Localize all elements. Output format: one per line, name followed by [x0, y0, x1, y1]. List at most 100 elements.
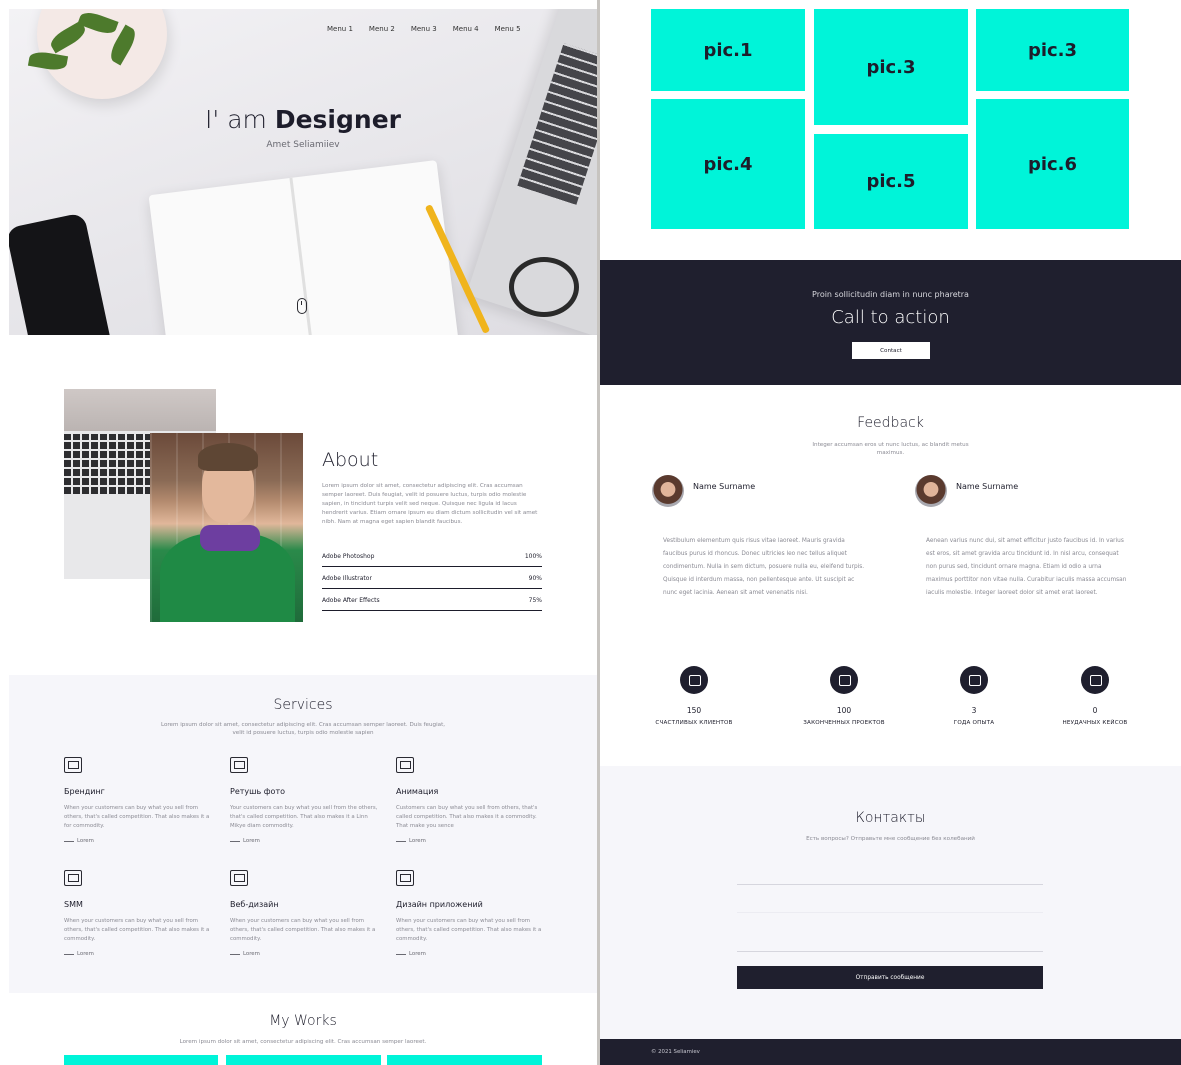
- stat-item: 150 СЧАСТЛИВЫХ КЛИЕНТОВ: [634, 666, 754, 726]
- network-icon: [64, 870, 82, 886]
- nav-item-menu-1[interactable]: Menu 1: [327, 25, 353, 33]
- avatar: [915, 475, 947, 507]
- work-tile[interactable]: [387, 1055, 542, 1065]
- service-link[interactable]: Lorem: [230, 838, 380, 844]
- email-field[interactable]: [737, 912, 1043, 913]
- service-text: When your customers can buy what you sel…: [396, 918, 542, 942]
- about-text: Lorem ipsum dolor sit amet, consectetur …: [322, 483, 538, 525]
- service-text: Your customers can buy what you sell fro…: [230, 805, 378, 829]
- collar-decoration: [200, 525, 260, 551]
- glasses-decoration: [509, 257, 579, 317]
- mouse-scroll-icon[interactable]: [297, 298, 307, 314]
- cta-subtitle: Proin sollicitudin diam in nunc pharetra: [812, 290, 969, 299]
- hero-subtitle: Amet Seliamiiev: [266, 140, 340, 150]
- review-text: Vestibulum elementum quis risus vitae la…: [663, 538, 865, 596]
- page-right-column: pic.1 pic.3 pic.3 pic.4 pic.5 pic.6 Proi…: [600, 0, 1181, 1065]
- review-text: Aenean varius nunc dui, sit amet efficit…: [926, 538, 1127, 596]
- feedback-subtitle: Integer accumsan eros ut nunc luctus, ac…: [812, 442, 969, 456]
- service-text: When your customers can buy what you sel…: [230, 918, 376, 942]
- stat-value: 100: [836, 706, 852, 715]
- send-message-button[interactable]: Отправить сообщение: [737, 966, 1043, 989]
- work-tile[interactable]: [64, 1055, 218, 1065]
- works-subtitle: Lorem ipsum dolor sit amet, consectetur …: [179, 1039, 427, 1045]
- skill-name: Adobe Photoshop: [322, 553, 375, 560]
- nav-item-menu-2[interactable]: Menu 2: [369, 25, 395, 33]
- service-link[interactable]: Lorem: [64, 951, 214, 957]
- message-field[interactable]: [737, 951, 1043, 952]
- services-section: Services Lorem ipsum dolor sit amet, con…: [9, 675, 597, 993]
- cta-title: Call to action: [831, 307, 950, 328]
- finished-projects-icon: [830, 666, 858, 694]
- name-field[interactable]: [737, 884, 1043, 885]
- work-tile[interactable]: pic.3: [814, 9, 968, 125]
- cta-section: Proin sollicitudin diam in nunc pharetra…: [600, 260, 1181, 385]
- service-card-branding: Брендинг When your customers can buy wha…: [64, 757, 214, 844]
- main-nav: Menu 1 Menu 2 Menu 3 Menu 4 Menu 5: [327, 25, 521, 33]
- monitor-chart-icon: [396, 757, 414, 773]
- stat-label: НЕУДАЧНЫХ КЕЙСОВ: [1062, 720, 1128, 726]
- service-card-smm: SMM When your customers can buy what you…: [64, 870, 214, 957]
- stat-value: 150: [686, 706, 702, 715]
- about-portrait-photo: [150, 433, 303, 622]
- nav-item-menu-3[interactable]: Menu 3: [411, 25, 437, 33]
- skill-row: Adobe Illustrator 90%: [322, 569, 542, 589]
- presentation-icon: [64, 757, 82, 773]
- service-link[interactable]: Lorem: [64, 838, 214, 844]
- stat-item: 100 ЗАКОНЧЕННЫХ ПРОЕКТОВ: [784, 666, 904, 726]
- nav-item-menu-4[interactable]: Menu 4: [453, 25, 479, 33]
- service-link[interactable]: Lorem: [396, 951, 546, 957]
- avatar: [652, 475, 684, 507]
- stat-value: 3: [971, 706, 977, 715]
- service-title: Веб-дизайн: [230, 900, 279, 909]
- service-card-app-design: Дизайн приложений When your customers ca…: [396, 870, 546, 957]
- keyboard-decoration: [64, 434, 159, 494]
- service-title: Дизайн приложений: [396, 900, 483, 909]
- contact-button[interactable]: Contact: [852, 342, 930, 359]
- review-name: Name Surname: [693, 482, 756, 491]
- work-tile[interactable]: pic.3: [976, 9, 1129, 91]
- work-tile[interactable]: pic.1: [651, 9, 805, 91]
- skill-name: Adobe After Effects: [322, 597, 380, 604]
- skill-value: 90%: [528, 575, 542, 582]
- about-title: About: [322, 449, 379, 471]
- service-card-web-design: Веб-дизайн When your customers can buy w…: [230, 870, 380, 957]
- work-tile[interactable]: pic.5: [814, 134, 968, 229]
- phone-decoration: [9, 212, 113, 335]
- stat-label: ГОДА ОПЫТА: [953, 720, 995, 726]
- app-design-icon: [396, 870, 414, 886]
- service-text: When your customers can buy what you sel…: [64, 918, 210, 942]
- page-left-column: Menu 1 Menu 2 Menu 3 Menu 4 Menu 5 I' am…: [9, 9, 597, 1065]
- web-layout-icon: [230, 870, 248, 886]
- service-text: Customers can buy what you sell from oth…: [396, 805, 538, 829]
- services-title: Services: [273, 697, 333, 713]
- failed-cases-icon: [1081, 666, 1109, 694]
- hero-section: Menu 1 Menu 2 Menu 3 Menu 4 Menu 5 I' am…: [9, 9, 597, 335]
- avatar-image: [652, 475, 684, 507]
- works-title: My Works: [269, 1013, 337, 1029]
- work-tile[interactable]: pic.4: [651, 99, 805, 229]
- contacts-section: Контакты Есть вопросы? Отправьте мне соо…: [600, 766, 1181, 1039]
- stat-item: 3 ГОДА ОПЫТА: [914, 666, 1034, 726]
- work-tile[interactable]: pic.6: [976, 99, 1129, 229]
- hero-title: I' am Designer: [9, 105, 597, 134]
- stat-label: СЧАСТЛИВЫХ КЛИЕНТОВ: [655, 720, 733, 726]
- service-title: Ретушь фото: [230, 787, 286, 796]
- service-title: Брендинг: [64, 787, 105, 796]
- hero-title-prefix: I' am: [205, 105, 267, 134]
- service-link[interactable]: Lorem: [396, 838, 546, 844]
- service-title: Анимация: [396, 787, 439, 796]
- service-text: When your customers can buy what you sel…: [64, 805, 210, 829]
- skill-name: Adobe Illustrator: [322, 575, 372, 582]
- stat-label: ЗАКОНЧЕННЫХ ПРОЕКТОВ: [803, 720, 885, 726]
- years-experience-icon: [960, 666, 988, 694]
- stat-value: 0: [1092, 706, 1098, 715]
- service-title: SMM: [64, 900, 83, 909]
- camera-icon: [230, 757, 248, 773]
- work-tile[interactable]: [226, 1055, 381, 1065]
- service-link[interactable]: Lorem: [230, 951, 380, 957]
- skill-value: 75%: [528, 597, 542, 604]
- skill-row: Adobe After Effects 75%: [322, 591, 542, 611]
- skill-value: 100%: [524, 553, 542, 560]
- stat-item: 0 НЕУДАЧНЫХ КЕЙСОВ: [1035, 666, 1155, 726]
- nav-item-menu-5[interactable]: Menu 5: [495, 25, 521, 33]
